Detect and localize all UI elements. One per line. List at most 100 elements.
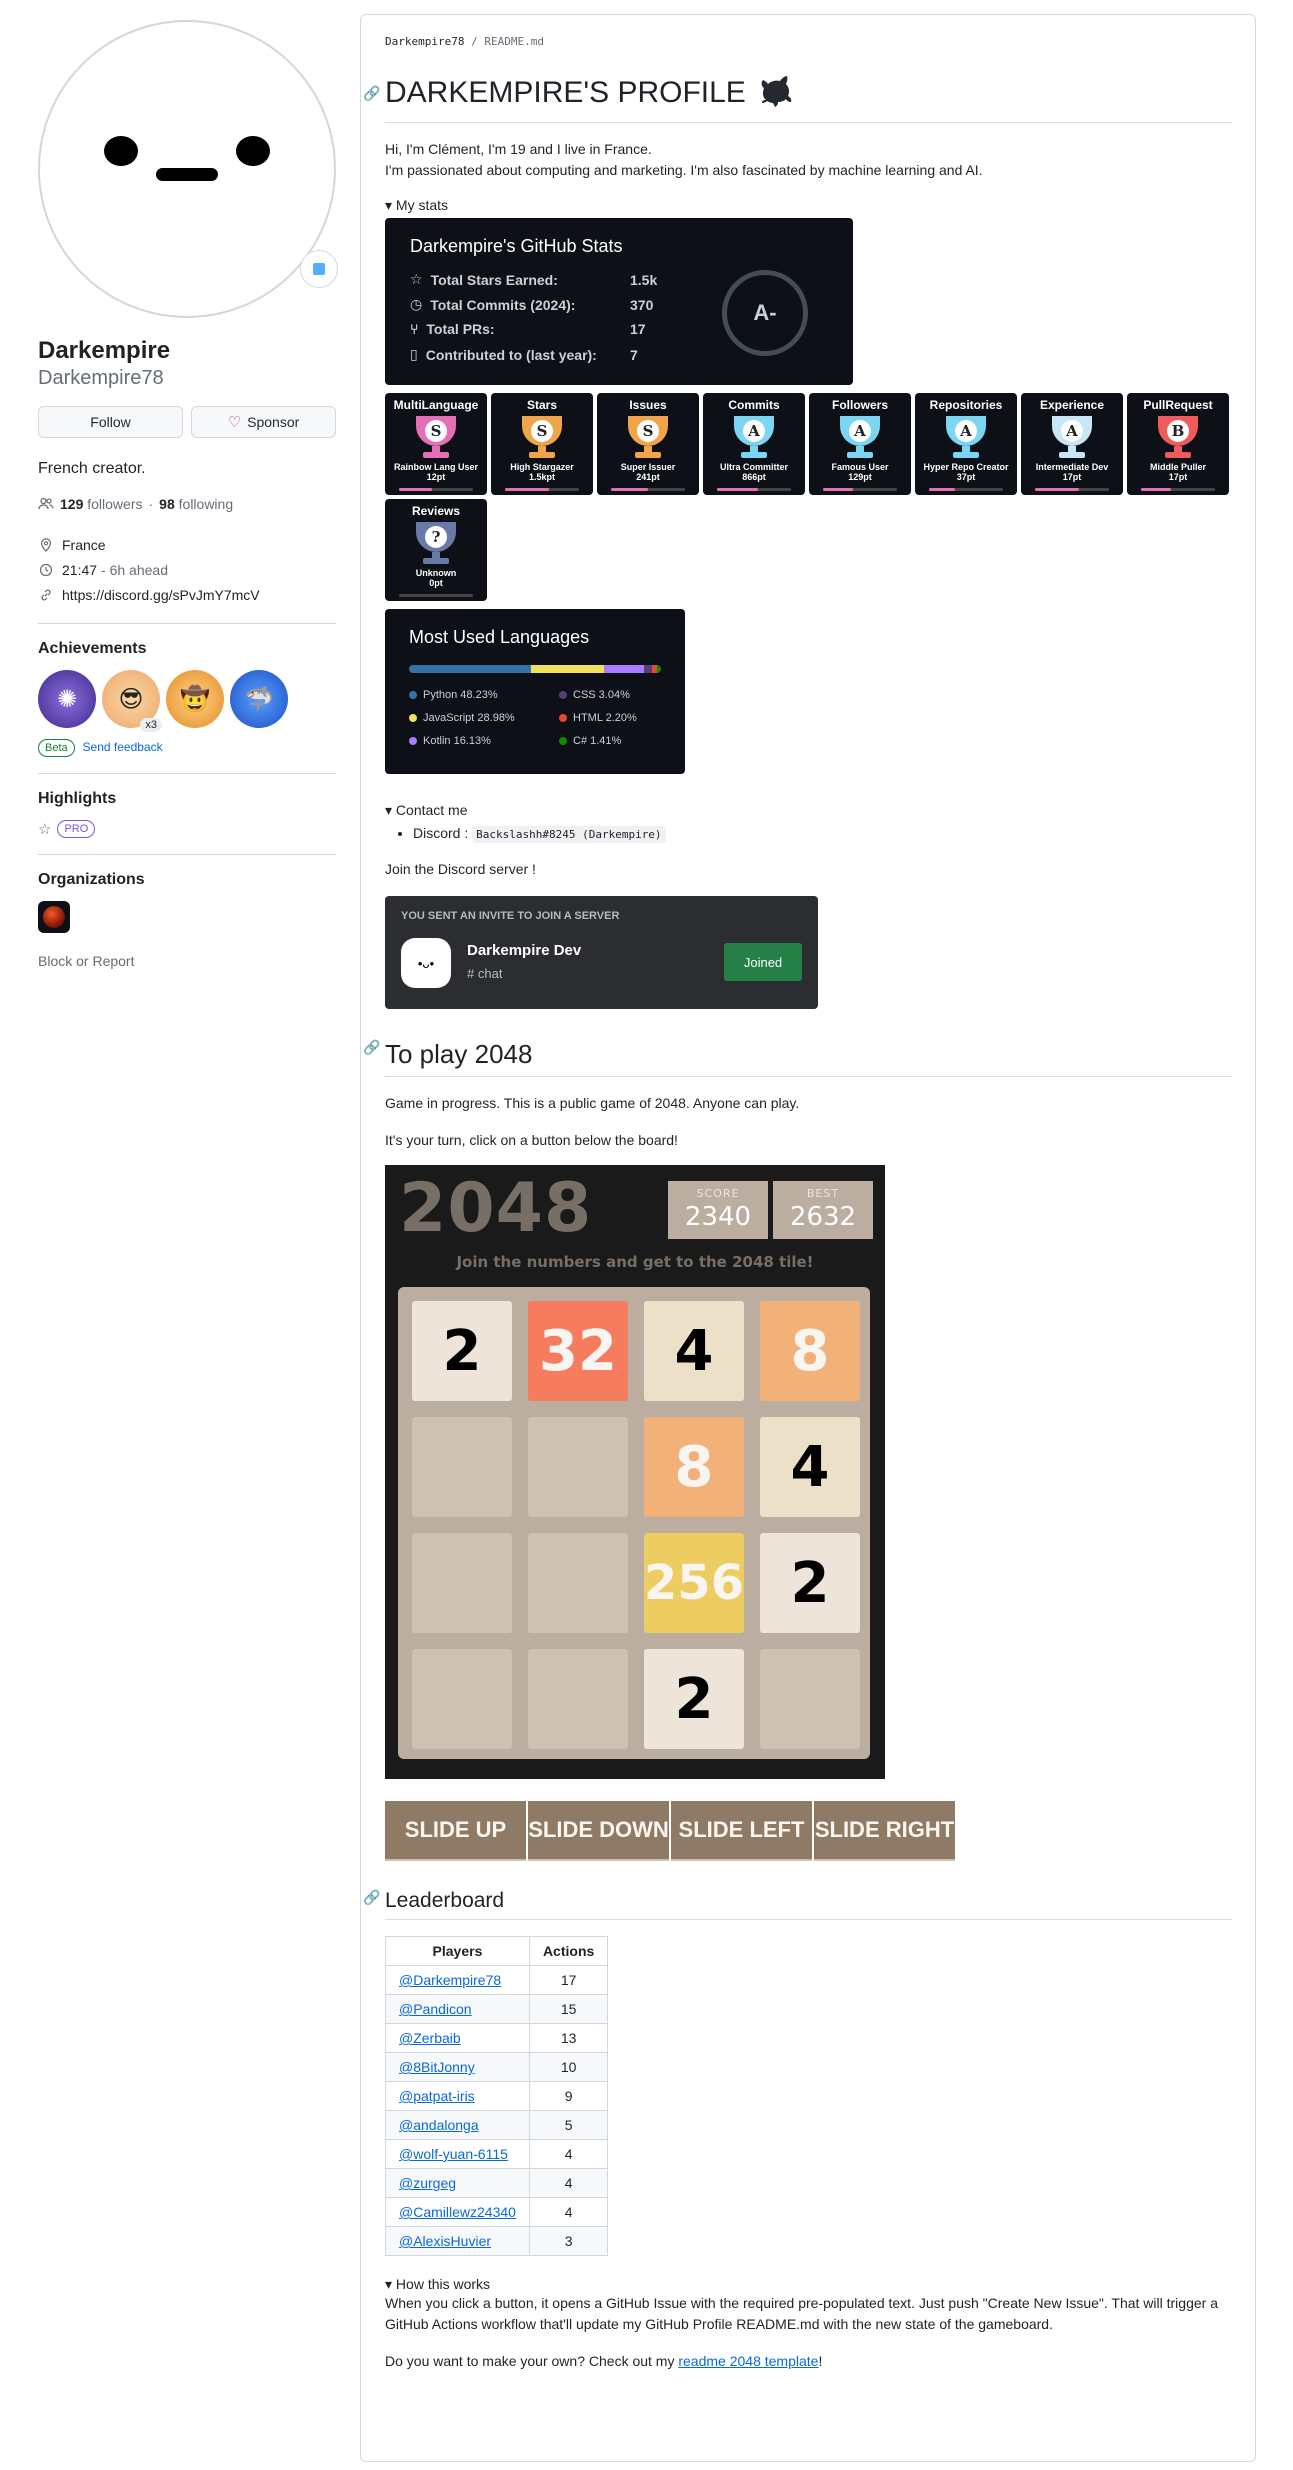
organization-avatar[interactable] [38, 901, 70, 933]
anchor-link-icon[interactable]: 🔗 [363, 1889, 380, 1906]
language-dot [559, 737, 567, 745]
achievements-title[interactable]: Achievements [38, 640, 336, 658]
table-row: @Darkempire78 17 [385, 1965, 609, 1995]
game-subtitle: Join the numbers and get to the 2048 til… [456, 1253, 814, 1271]
joined-button[interactable]: Joined [724, 943, 802, 981]
join-text: Join the Discord server ! [385, 861, 536, 877]
actions-count: 15 [528, 1994, 609, 2024]
anchor-link-icon[interactable]: 🔗 [363, 1039, 380, 1056]
actions-count: 4 [528, 2168, 609, 2198]
breadcrumb-user[interactable]: Darkempire78 [385, 35, 464, 48]
trophy-icon: S [416, 416, 456, 460]
table-row: @Zerbaib 13 [385, 2023, 609, 2053]
vcard-time: 21:47- 6h ahead [38, 557, 336, 582]
profile-website-link[interactable]: https://discord.gg/sPvJmY7mcV [62, 587, 260, 603]
slide-down-button[interactable]: SLIDE DOWN [528, 1801, 669, 1861]
trophy-progress [399, 594, 473, 597]
sponsor-label: Sponsor [247, 414, 300, 430]
trophy-points: 37pt [956, 472, 976, 482]
language-bar-segment [409, 665, 531, 673]
table-row: @8BitJonny 10 [385, 2052, 609, 2082]
slide-right-button[interactable]: SLIDE RIGHT [814, 1801, 955, 1861]
trophy-icon: A [734, 416, 774, 460]
achievement-badge-pull-shark-icon[interactable]: 😎 x3 [102, 670, 162, 732]
table-row: @wolf-yuan-6115 4 [385, 2139, 609, 2169]
avatar-mouth [156, 168, 218, 181]
trophy-icon: S [522, 416, 562, 460]
player-link[interactable]: @zurgeg [399, 2175, 456, 2191]
trophy-icon: A [946, 416, 986, 460]
slide-up-button[interactable]: SLIDE UP [385, 1801, 526, 1861]
sponsor-button[interactable]: ♡ Sponsor [191, 406, 336, 438]
empty-cell [528, 1417, 628, 1517]
trophy-icon: A [1052, 416, 1092, 460]
trophy-points: 17pt [1062, 472, 1082, 482]
language-legend-item: C# 1.41% [559, 735, 621, 747]
empty-cell [528, 1533, 628, 1633]
readme-title: 🔗 DARKEMPIRE'S PROFILE [363, 70, 1232, 123]
stats-details-toggle[interactable]: ▾ My stats [385, 197, 1232, 214]
achievement-badge-quickdraw-icon[interactable]: 🤠 [166, 670, 224, 728]
how-text: When you click a button, it opens a GitH… [385, 2295, 1218, 2332]
trophy-title: Commits [728, 398, 780, 412]
trophy-title: MultiLanguage [393, 398, 479, 412]
how-details-toggle[interactable]: ▾ How this works [385, 2276, 1232, 2293]
trophy-progress [1141, 488, 1215, 491]
trophy-name: Ultra Committer [719, 462, 788, 472]
player-link[interactable]: @AlexisHuvier [399, 2233, 491, 2249]
hash-icon: # [467, 966, 475, 981]
table-row: @Pandicon 15 [385, 1994, 609, 2024]
trophy-card: Reviews? Unknown 0pt [385, 499, 487, 601]
slide-left-button[interactable]: SLIDE LEFT [671, 1801, 812, 1861]
time-note: - 6h ahead [101, 561, 168, 578]
player-link[interactable]: @andalonga [399, 2117, 479, 2133]
intro-line-1: Hi, I'm Clément, I'm 19 and I live in Fr… [385, 141, 652, 157]
clock-icon [38, 562, 54, 578]
actions-count: 17 [528, 1965, 609, 1995]
achievement-badge-yolo-icon[interactable]: 🦈 [230, 670, 288, 728]
template-link[interactable]: readme 2048 template [678, 2353, 818, 2369]
profile-name: Darkempire [38, 337, 171, 364]
player-link[interactable]: @Zerbaib [399, 2030, 461, 2046]
block-or-report-link[interactable]: Block or Report [38, 953, 336, 969]
player-link[interactable]: @wolf-yuan-6115 [399, 2146, 508, 2162]
player-link[interactable]: @Camillewz24340 [399, 2204, 516, 2220]
avatar[interactable] [38, 20, 338, 318]
stats-row: ⑂ Total PRs: 17 [410, 321, 646, 337]
pro-badge: PRO [57, 820, 96, 838]
discord-tag: Backslashh#8245 (Darkempire) [472, 826, 666, 843]
divider [38, 773, 336, 774]
player-link[interactable]: @patpat-iris [399, 2088, 475, 2104]
following-link[interactable]: 98 following [159, 496, 233, 512]
trophy-name: High Stargazer [510, 462, 574, 472]
anchor-link-icon[interactable]: 🔗 [363, 85, 380, 102]
language-bar-segment [603, 665, 645, 673]
trophy-title: Experience [1039, 398, 1105, 412]
status-emoji-button[interactable] [300, 250, 338, 288]
language-legend-item: Python 48.23% [409, 689, 498, 701]
trophy-name: Super Issuer [620, 462, 676, 472]
trophy-card: Experience A Intermediate Dev 17pt [1021, 393, 1123, 495]
grade-text: A- [753, 300, 777, 325]
discord-invite-card[interactable]: YOU SENT AN INVITE TO JOIN A SERVER •ᴗ• … [385, 896, 818, 1009]
server-name: Darkempire Dev [467, 942, 582, 959]
trophy-title: Repositories [929, 398, 1003, 412]
score-value: 2340 [684, 1202, 752, 1232]
achievement-badge-arctic-icon[interactable]: ✺ [38, 670, 96, 728]
trophy-progress [823, 488, 897, 491]
player-link[interactable]: @8BitJonny [399, 2059, 475, 2075]
actions-count: 10 [528, 2052, 609, 2082]
contact-details-toggle[interactable]: ▾ Contact me [385, 802, 1232, 819]
actions-count: 3 [528, 2226, 609, 2256]
trophy-title: Issues [629, 398, 667, 412]
player-link[interactable]: @Darkempire78 [399, 1972, 501, 1988]
send-feedback-link[interactable]: Send feedback [83, 740, 163, 754]
followers-link[interactable]: 129 followers [60, 496, 143, 512]
triangle-down-icon: ▾ [385, 2276, 393, 2292]
language-dot [409, 714, 417, 722]
grade-ring: A- [722, 270, 808, 356]
follow-button[interactable]: Follow [38, 406, 183, 438]
heart-icon: ♡ [227, 414, 242, 431]
trophy-card: PullRequest B Middle Puller 17pt [1127, 393, 1229, 495]
player-link[interactable]: @Pandicon [399, 2001, 472, 2017]
